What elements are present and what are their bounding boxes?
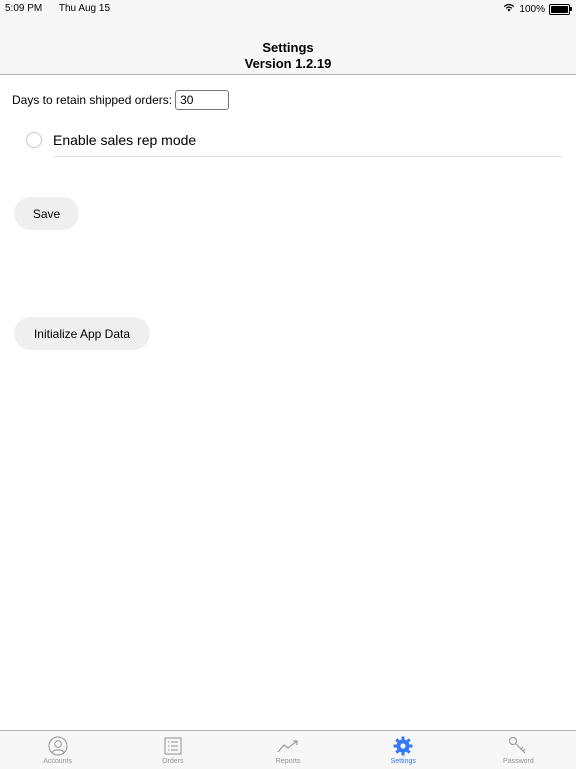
tab-bar: Accounts Orders Reports Settings Passwor… [0, 730, 576, 769]
sales-rep-radio[interactable] [26, 132, 42, 148]
tab-label: Settings [390, 758, 416, 765]
tab-label: Reports [275, 758, 301, 765]
page-title: Settings [262, 40, 314, 55]
retain-days-input[interactable] [175, 90, 230, 110]
status-left: 5:09 PM Thu Aug 15 [5, 3, 124, 14]
status-right: 100% [503, 3, 572, 15]
tab-label: Password [503, 758, 534, 765]
battery-percent: 100% [519, 3, 545, 15]
tab-label: Orders [162, 758, 184, 765]
save-button[interactable]: Save [14, 197, 79, 230]
retain-days-label: Days to retain shipped orders: [12, 93, 173, 107]
initialize-app-data-button[interactable]: Initialize App Data [14, 317, 150, 350]
navigation-bar: Settings Version 1.2.19 [0, 18, 576, 75]
version-label: Version 1.2.19 [244, 56, 332, 71]
person-circle-icon [47, 736, 69, 756]
sales-rep-row[interactable]: Enable sales rep mode [26, 132, 196, 148]
sales-rep-label: Enable sales rep mode [53, 132, 197, 148]
tab-password[interactable]: Password [461, 731, 576, 769]
gear-icon [392, 736, 414, 756]
trend-up-icon [277, 736, 299, 756]
tab-reports[interactable]: Reports [230, 731, 345, 769]
divider [53, 156, 563, 157]
wifi-icon [503, 3, 515, 15]
tab-label: Accounts [43, 758, 72, 765]
status-bar: 5:09 PM Thu Aug 15 100% [0, 0, 576, 18]
status-time: 5:09 PM [5, 3, 43, 14]
list-icon [162, 736, 184, 756]
key-icon [507, 736, 529, 756]
battery-icon [549, 3, 572, 15]
retain-days-row: Days to retain shipped orders: [12, 90, 230, 110]
tab-orders[interactable]: Orders [115, 731, 230, 769]
tab-accounts[interactable]: Accounts [0, 731, 115, 769]
tab-settings[interactable]: Settings [346, 731, 461, 769]
status-date: Thu Aug 15 [58, 3, 111, 14]
